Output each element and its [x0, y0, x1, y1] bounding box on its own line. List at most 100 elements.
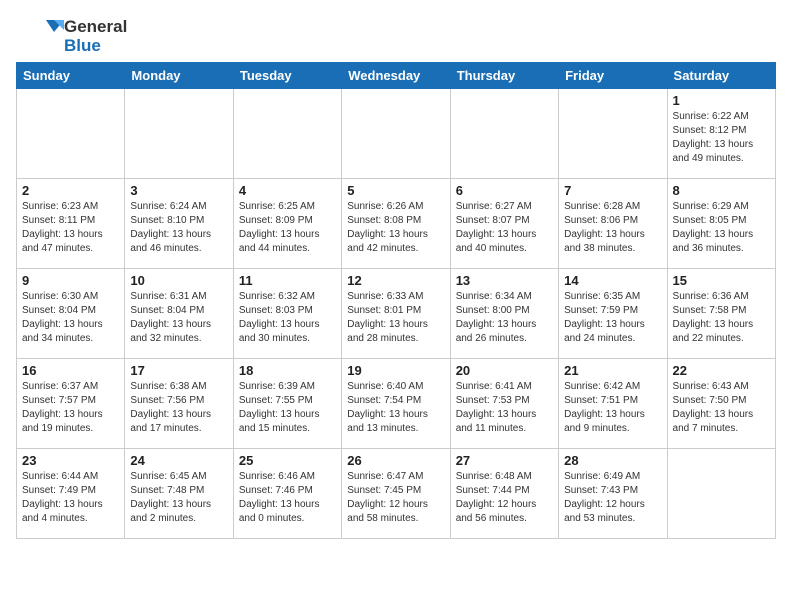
day-number: 8 [673, 183, 770, 198]
day-info: Sunrise: 6:42 AM Sunset: 7:51 PM Dayligh… [564, 380, 661, 436]
weekday-header-wednesday: Wednesday [342, 63, 450, 89]
weekday-header-tuesday: Tuesday [233, 63, 341, 89]
day-number: 1 [673, 93, 770, 108]
week-row-1: 1 Sunrise: 6:22 AM Sunset: 8:12 PM Daylig… [17, 89, 776, 179]
day-number: 27 [456, 453, 553, 468]
logo-svg [16, 16, 64, 58]
day-number: 25 [239, 453, 336, 468]
calendar-cell: 18 Sunrise: 6:39 AM Sunset: 7:55 PM Dayli… [233, 359, 341, 449]
day-info: Sunrise: 6:48 AM Sunset: 7:44 PM Dayligh… [456, 470, 553, 526]
day-number: 26 [347, 453, 444, 468]
calendar-cell: 21 Sunrise: 6:42 AM Sunset: 7:51 PM Dayli… [559, 359, 667, 449]
day-info: Sunrise: 6:35 AM Sunset: 7:59 PM Dayligh… [564, 290, 661, 346]
calendar-cell: 25 Sunrise: 6:46 AM Sunset: 7:46 PM Dayli… [233, 449, 341, 539]
day-number: 16 [22, 363, 119, 378]
day-info: Sunrise: 6:36 AM Sunset: 7:58 PM Dayligh… [673, 290, 770, 346]
weekday-header-row: SundayMondayTuesdayWednesdayThursdayFrid… [17, 63, 776, 89]
day-number: 15 [673, 273, 770, 288]
calendar-cell [342, 89, 450, 179]
day-info: Sunrise: 6:37 AM Sunset: 7:57 PM Dayligh… [22, 380, 119, 436]
calendar-cell: 9 Sunrise: 6:30 AM Sunset: 8:04 PM Daylig… [17, 269, 125, 359]
day-info: Sunrise: 6:41 AM Sunset: 7:53 PM Dayligh… [456, 380, 553, 436]
day-info: Sunrise: 6:34 AM Sunset: 8:00 PM Dayligh… [456, 290, 553, 346]
day-number: 7 [564, 183, 661, 198]
day-number: 22 [673, 363, 770, 378]
calendar-cell: 17 Sunrise: 6:38 AM Sunset: 7:56 PM Dayli… [125, 359, 233, 449]
weekday-header-monday: Monday [125, 63, 233, 89]
week-row-3: 9 Sunrise: 6:30 AM Sunset: 8:04 PM Daylig… [17, 269, 776, 359]
day-info: Sunrise: 6:29 AM Sunset: 8:05 PM Dayligh… [673, 200, 770, 256]
logo: GeneralBlue [16, 16, 127, 58]
weekday-header-sunday: Sunday [17, 63, 125, 89]
calendar-cell [450, 89, 558, 179]
day-info: Sunrise: 6:44 AM Sunset: 7:49 PM Dayligh… [22, 470, 119, 526]
day-info: Sunrise: 6:32 AM Sunset: 8:03 PM Dayligh… [239, 290, 336, 346]
day-info: Sunrise: 6:25 AM Sunset: 8:09 PM Dayligh… [239, 200, 336, 256]
calendar-cell: 13 Sunrise: 6:34 AM Sunset: 8:00 PM Dayli… [450, 269, 558, 359]
day-info: Sunrise: 6:46 AM Sunset: 7:46 PM Dayligh… [239, 470, 336, 526]
logo-general: General [64, 18, 127, 37]
day-info: Sunrise: 6:43 AM Sunset: 7:50 PM Dayligh… [673, 380, 770, 436]
day-info: Sunrise: 6:23 AM Sunset: 8:11 PM Dayligh… [22, 200, 119, 256]
day-number: 2 [22, 183, 119, 198]
day-info: Sunrise: 6:30 AM Sunset: 8:04 PM Dayligh… [22, 290, 119, 346]
day-info: Sunrise: 6:22 AM Sunset: 8:12 PM Dayligh… [673, 110, 770, 166]
calendar-cell: 10Sunrise: 6:31 AM Sunset: 8:04 PM Dayli… [125, 269, 233, 359]
day-number: 6 [456, 183, 553, 198]
calendar-cell: 2 Sunrise: 6:23 AM Sunset: 8:11 PM Daylig… [17, 179, 125, 269]
week-row-2: 2 Sunrise: 6:23 AM Sunset: 8:11 PM Daylig… [17, 179, 776, 269]
calendar-cell: 6Sunrise: 6:27 AM Sunset: 8:07 PM Daylig… [450, 179, 558, 269]
day-number: 14 [564, 273, 661, 288]
day-number: 20 [456, 363, 553, 378]
day-info: Sunrise: 6:31 AM Sunset: 8:04 PM Dayligh… [130, 290, 227, 346]
day-number: 24 [130, 453, 227, 468]
day-info: Sunrise: 6:39 AM Sunset: 7:55 PM Dayligh… [239, 380, 336, 436]
day-number: 9 [22, 273, 119, 288]
week-row-5: 23 Sunrise: 6:44 AM Sunset: 7:49 PM Dayli… [17, 449, 776, 539]
day-info: Sunrise: 6:24 AM Sunset: 8:10 PM Dayligh… [130, 200, 227, 256]
day-info: Sunrise: 6:26 AM Sunset: 8:08 PM Dayligh… [347, 200, 444, 256]
day-info: Sunrise: 6:33 AM Sunset: 8:01 PM Dayligh… [347, 290, 444, 346]
calendar-cell [559, 89, 667, 179]
day-number: 23 [22, 453, 119, 468]
calendar-cell [233, 89, 341, 179]
calendar-cell: 11 Sunrise: 6:32 AM Sunset: 8:03 PM Dayli… [233, 269, 341, 359]
day-number: 21 [564, 363, 661, 378]
calendar-cell: 12 Sunrise: 6:33 AM Sunset: 8:01 PM Dayli… [342, 269, 450, 359]
calendar-cell: 19Sunrise: 6:40 AM Sunset: 7:54 PM Dayli… [342, 359, 450, 449]
day-number: 18 [239, 363, 336, 378]
logo-blue: Blue [64, 37, 127, 56]
calendar-cell: 4 Sunrise: 6:25 AM Sunset: 8:09 PM Daylig… [233, 179, 341, 269]
calendar-cell: 7 Sunrise: 6:28 AM Sunset: 8:06 PM Daylig… [559, 179, 667, 269]
calendar-cell: 5 Sunrise: 6:26 AM Sunset: 8:08 PM Daylig… [342, 179, 450, 269]
calendar-cell: 1 Sunrise: 6:22 AM Sunset: 8:12 PM Daylig… [667, 89, 775, 179]
calendar-cell: 26 Sunrise: 6:47 AM Sunset: 7:45 PM Dayli… [342, 449, 450, 539]
weekday-header-friday: Friday [559, 63, 667, 89]
day-number: 28 [564, 453, 661, 468]
day-info: Sunrise: 6:47 AM Sunset: 7:45 PM Dayligh… [347, 470, 444, 526]
calendar-cell: 23 Sunrise: 6:44 AM Sunset: 7:49 PM Dayli… [17, 449, 125, 539]
calendar-cell: 14 Sunrise: 6:35 AM Sunset: 7:59 PM Dayli… [559, 269, 667, 359]
day-number: 13 [456, 273, 553, 288]
calendar-cell: 20 Sunrise: 6:41 AM Sunset: 7:53 PM Dayli… [450, 359, 558, 449]
calendar-cell: 22 Sunrise: 6:43 AM Sunset: 7:50 PM Dayli… [667, 359, 775, 449]
day-info: Sunrise: 6:45 AM Sunset: 7:48 PM Dayligh… [130, 470, 227, 526]
calendar: SundayMondayTuesdayWednesdayThursdayFrid… [16, 62, 776, 539]
day-info: Sunrise: 6:28 AM Sunset: 8:06 PM Dayligh… [564, 200, 661, 256]
calendar-cell: 27 Sunrise: 6:48 AM Sunset: 7:44 PM Dayli… [450, 449, 558, 539]
day-number: 12 [347, 273, 444, 288]
day-number: 4 [239, 183, 336, 198]
day-number: 19 [347, 363, 444, 378]
day-number: 11 [239, 273, 336, 288]
calendar-cell: 3 Sunrise: 6:24 AM Sunset: 8:10 PM Daylig… [125, 179, 233, 269]
calendar-cell [125, 89, 233, 179]
calendar-cell [667, 449, 775, 539]
calendar-cell: 8 Sunrise: 6:29 AM Sunset: 8:05 PM Daylig… [667, 179, 775, 269]
day-number: 3 [130, 183, 227, 198]
weekday-header-saturday: Saturday [667, 63, 775, 89]
calendar-cell: 28Sunrise: 6:49 AM Sunset: 7:43 PM Dayli… [559, 449, 667, 539]
calendar-cell: 15 Sunrise: 6:36 AM Sunset: 7:58 PM Dayli… [667, 269, 775, 359]
day-number: 17 [130, 363, 227, 378]
day-info: Sunrise: 6:38 AM Sunset: 7:56 PM Dayligh… [130, 380, 227, 436]
day-number: 5 [347, 183, 444, 198]
